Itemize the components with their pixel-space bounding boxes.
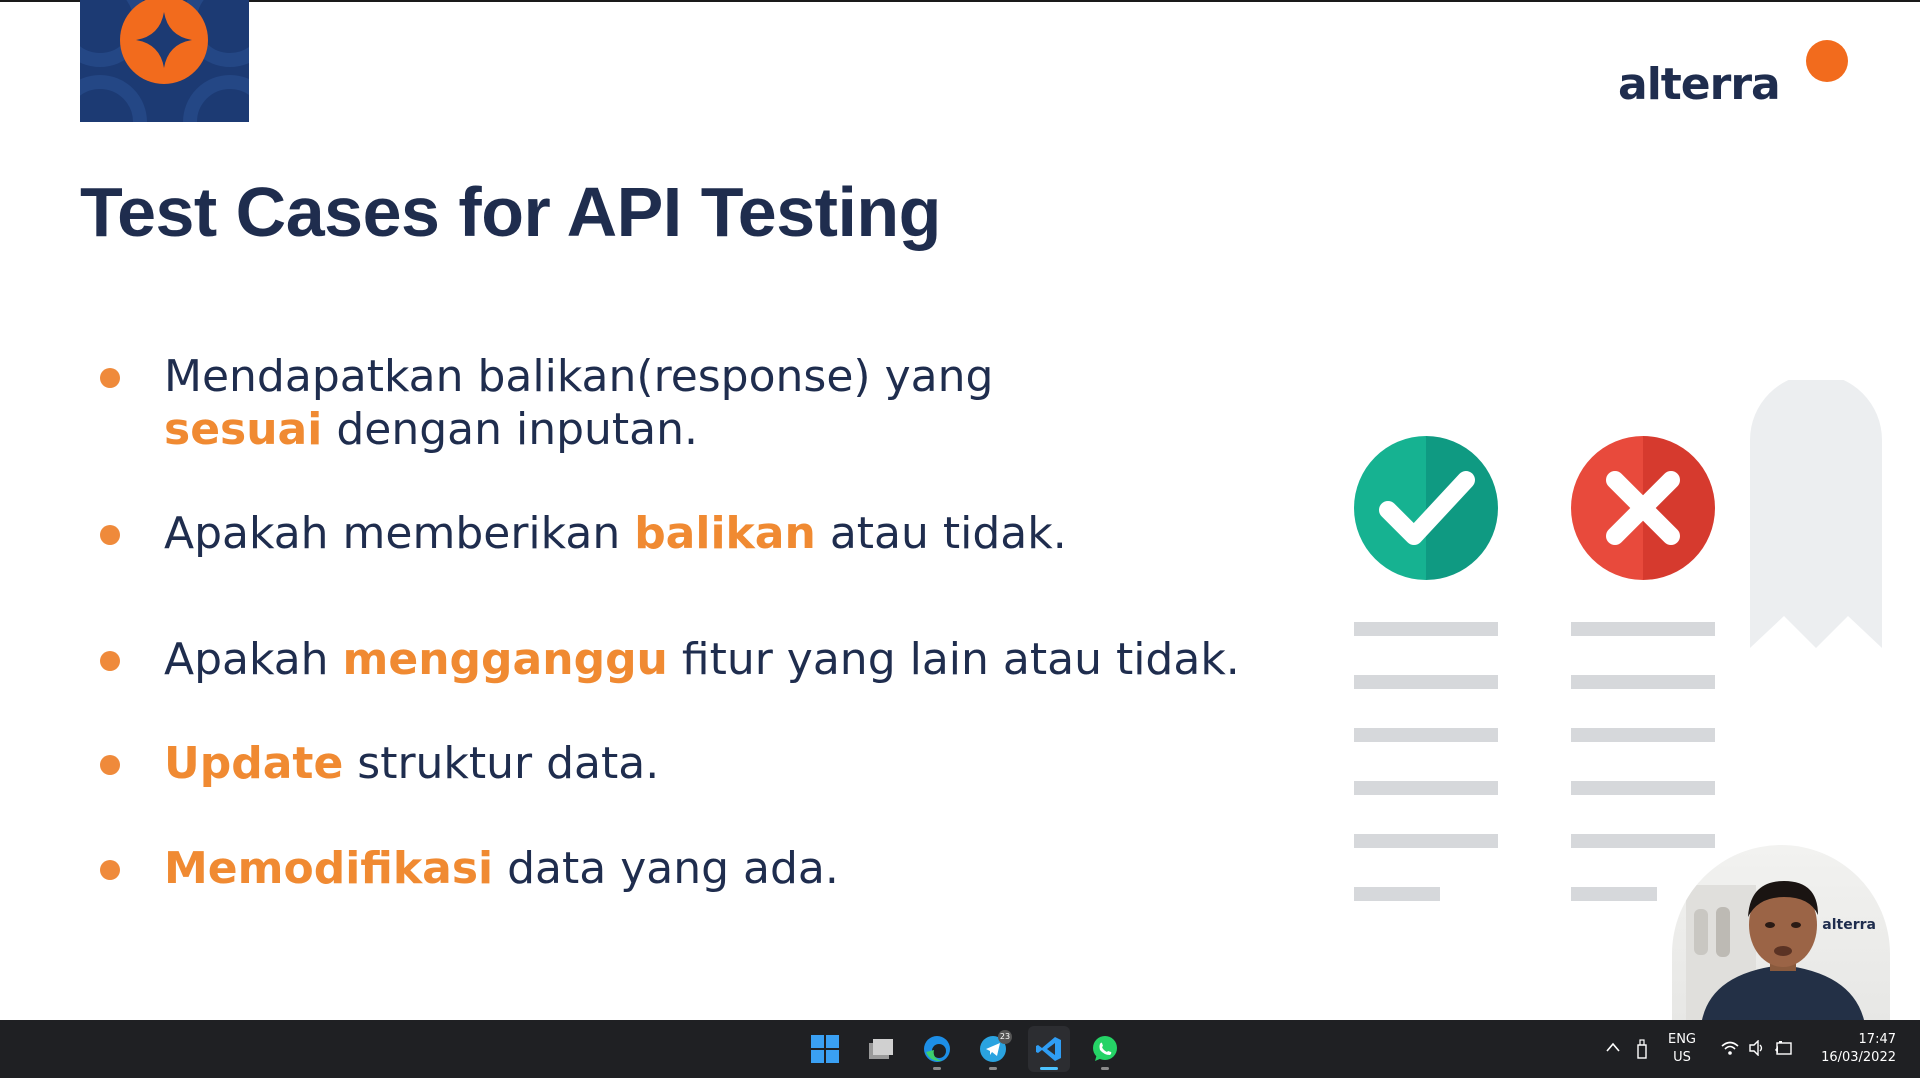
battery-icon[interactable] [1774, 1040, 1794, 1056]
bullet-text: atau tidak. [815, 508, 1067, 559]
bullet-dot-icon [100, 525, 120, 545]
system-tray: ENG US 17:47 16/03/2022 [1580, 1020, 1920, 1078]
bullet-text: Apakah [164, 634, 343, 685]
bookmark-icon [1750, 380, 1882, 648]
bullet-dot-icon [100, 860, 120, 880]
start-button[interactable] [804, 1026, 846, 1072]
file-explorer-button[interactable] [860, 1026, 902, 1072]
clock[interactable]: 17:47 16/03/2022 [1821, 1031, 1896, 1067]
placeholder-line [1571, 887, 1657, 901]
pass-fail-illustration [1340, 380, 1900, 920]
corner-logo-icon [80, 0, 249, 122]
bullet-dot-icon [100, 755, 120, 775]
alterra-logo: alterra [1618, 34, 1848, 124]
brand-dot-icon [1806, 40, 1848, 82]
check-icon [1379, 471, 1475, 545]
text-lines-left [1354, 622, 1498, 901]
clock-date: 16/03/2022 [1821, 1050, 1896, 1065]
taskbar: 23 ENG US 17:47 16/03/2022 [0, 1020, 1920, 1078]
check-circle [1354, 436, 1498, 580]
slide-title: Test Cases for API Testing [80, 173, 941, 251]
language-indicator[interactable]: ENG US [1662, 1031, 1702, 1067]
edge-button[interactable] [916, 1026, 958, 1072]
notification-badge: 23 [998, 1030, 1012, 1044]
whatsapp-icon [1093, 1036, 1117, 1061]
bullet-text: dengan inputan. [322, 404, 698, 455]
windows-icon [811, 1035, 839, 1063]
edge-icon [924, 1036, 950, 1062]
bullet-text: fitur yang lain atau tidak. [667, 634, 1240, 685]
placeholder-line [1354, 622, 1498, 636]
whatsapp-button[interactable] [1084, 1026, 1126, 1072]
bullet-text: Apakah memberikan [164, 508, 635, 559]
placeholder-line [1571, 675, 1715, 689]
placeholder-line [1354, 834, 1498, 848]
taskbar-apps: 23 [804, 1026, 1126, 1072]
active-indicator [1040, 1067, 1058, 1070]
chevron-up-icon[interactable] [1606, 1042, 1620, 1052]
language-code: ENG [1667, 1032, 1696, 1047]
wifi-icon[interactable] [1720, 1040, 1740, 1056]
bullet-dot-icon [100, 651, 120, 671]
bullet-highlight: Update [164, 738, 344, 789]
webcam-brand-text: alterra [1822, 917, 1876, 933]
bullet-highlight: balikan [634, 508, 816, 559]
webcam-overlay: alterra [1672, 845, 1890, 1020]
slide: alterra Test Cases for API Testing Menda… [0, 0, 1920, 1020]
clock-time: 17:47 [1858, 1032, 1896, 1047]
keyboard-region: US [1673, 1050, 1691, 1065]
bullet-dot-icon [100, 368, 120, 388]
vscode-icon [1036, 1037, 1061, 1061]
placeholder-line [1571, 781, 1715, 795]
vscode-button[interactable] [1028, 1026, 1070, 1072]
brand-wordmark: alterra [1618, 59, 1781, 110]
bullet-text: data yang ada. [493, 843, 839, 894]
running-indicator [933, 1067, 941, 1070]
placeholder-line [1354, 728, 1498, 742]
placeholder-line [1571, 622, 1715, 636]
top-border [0, 0, 1920, 2]
volume-icon[interactable] [1748, 1040, 1766, 1056]
running-indicator [989, 1067, 997, 1070]
telegram-button[interactable]: 23 [972, 1026, 1014, 1072]
bullet-highlight: mengganggu [342, 634, 668, 685]
x-icon [1606, 471, 1680, 545]
bullet-highlight: sesuai [164, 404, 323, 455]
folder-icon [869, 1039, 893, 1059]
x-circle [1571, 436, 1715, 580]
placeholder-line [1354, 675, 1498, 689]
bullet-text: struktur data. [343, 738, 660, 789]
running-indicator [1101, 1067, 1109, 1070]
placeholder-line [1354, 887, 1440, 901]
bullet-text: Mendapatkan balikan(response) yang [164, 351, 994, 402]
placeholder-line [1354, 781, 1498, 795]
bullet-highlight: Memodifikasi [164, 843, 494, 894]
usb-drive-icon[interactable] [1636, 1039, 1648, 1059]
placeholder-line [1571, 728, 1715, 742]
